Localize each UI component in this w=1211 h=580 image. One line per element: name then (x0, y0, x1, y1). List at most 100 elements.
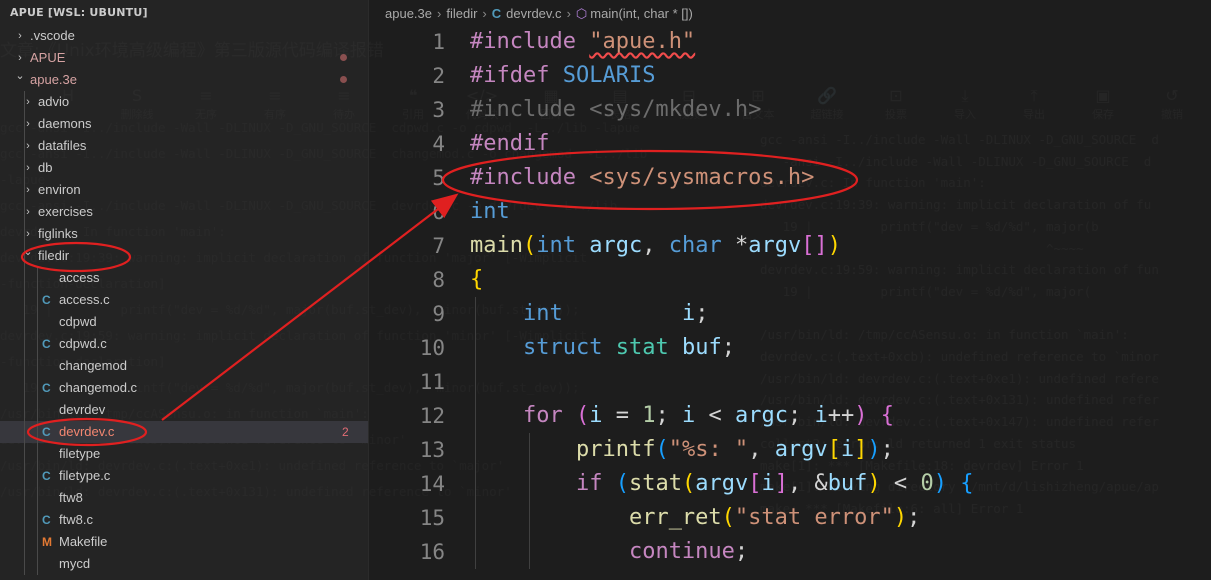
file-item[interactable]: Ccdpwd.c (0, 333, 368, 355)
folder-item[interactable]: › datafiles (0, 135, 368, 157)
code-line[interactable]: 8{ (369, 263, 1211, 297)
file-item[interactable]: ftw8 (0, 487, 368, 509)
code-editor[interactable]: apue.3e › filedir › Cdevrdev.c › ⬡ main(int, ch… (369, 0, 1211, 580)
file-item[interactable]: Cfiletype.c (0, 465, 368, 487)
modified-dot-icon (340, 76, 347, 83)
file-label: Makefile (59, 534, 108, 549)
file-label: changemod.c (59, 380, 138, 395)
code-text[interactable]: int (470, 195, 510, 229)
code-line[interactable]: 11 (369, 365, 1211, 399)
code-text[interactable]: int i; (470, 297, 708, 331)
line-number: 4 (432, 132, 445, 156)
code-text[interactable]: err_ret("stat error"); (470, 501, 920, 535)
file-item[interactable]: filetype (0, 443, 368, 465)
line-number: 1 (432, 30, 445, 54)
code-line[interactable]: 1 #include "apue.h" (369, 25, 1211, 59)
code-text[interactable]: struct stat buf; (470, 331, 735, 365)
code-text[interactable]: { (470, 263, 483, 297)
file-item[interactable]: Caccess.c (0, 289, 368, 311)
folder-item[interactable]: › .vscode (0, 25, 368, 47)
code-text[interactable]: for (i = 1; i < argc; i++) { (470, 399, 894, 433)
code-line[interactable]: 6 int (369, 195, 1211, 229)
indent-guide (37, 267, 38, 575)
indent-guide (24, 91, 25, 575)
file-label: devrdev.c (59, 424, 115, 439)
chevron-down-icon[interactable]: ⌄ (14, 65, 26, 87)
code-text[interactable]: #include <sys/mkdev.h> (470, 93, 761, 127)
file-item[interactable]: Cftw8.c (0, 509, 368, 531)
code-line[interactable]: 13 printf("%s: ", argv[i]); (369, 433, 1211, 467)
file-item[interactable]: devrdev (0, 399, 368, 421)
file-item[interactable]: Cchangemod.c (0, 377, 368, 399)
code-line[interactable]: 15 err_ret("stat error"); (369, 501, 1211, 535)
chevron-right-icon: › (566, 6, 571, 21)
code-text[interactable]: printf("%s: ", argv[i]); (470, 433, 894, 467)
makefile-icon: M (42, 535, 52, 549)
folder-label: figlinks (38, 226, 78, 241)
folder-item[interactable]: › daemons (0, 113, 368, 135)
explorer-sidebar: APUE [WSL: UBUNTU] › .vscode › APUE ⌄ apue.3e… (0, 0, 369, 580)
folder-label: db (38, 160, 53, 175)
folder-item[interactable]: ⌄ filedir (0, 245, 368, 267)
breadcrumb-file[interactable]: devrdev.c (506, 6, 561, 21)
folder-item[interactable]: › APUE (0, 47, 368, 69)
folder-label: APUE (30, 50, 66, 65)
code-line[interactable]: 3 #include <sys/mkdev.h> (369, 93, 1211, 127)
c-file-icon: C (42, 337, 51, 351)
folder-label: exercises (38, 204, 93, 219)
line-number: 6 (432, 200, 445, 224)
folder-item[interactable]: ⌄ apue.3e (0, 69, 368, 91)
file-label: cdpwd (59, 314, 97, 329)
file-label: mycd (59, 556, 91, 571)
folder-label: datafiles (38, 138, 87, 153)
file-item[interactable]: changemod (0, 355, 368, 377)
code-line[interactable]: 10 struct stat buf; (369, 331, 1211, 365)
code-line[interactable]: 4 #endif (369, 127, 1211, 161)
folder-item[interactable]: › exercises (0, 201, 368, 223)
code-text[interactable]: #ifdef SOLARIS (470, 59, 655, 93)
c-file-icon: C (42, 513, 51, 527)
code-line[interactable]: 9 int i; (369, 297, 1211, 331)
file-item[interactable]: M Makefile (0, 531, 368, 553)
line-number: 8 (432, 268, 445, 292)
file-label: filetype (59, 446, 101, 461)
indent-guide (529, 433, 530, 569)
folder-label: daemons (38, 116, 92, 131)
code-line[interactable]: 14 if (stat(argv[i], &buf) < 0) { (369, 467, 1211, 501)
code-text[interactable]: #endif (470, 127, 549, 161)
code-text[interactable]: if (stat(argv[i], &buf) < 0) { (470, 467, 973, 501)
file-item[interactable]: cdpwd (0, 311, 368, 333)
code-text[interactable]: continue; (470, 535, 748, 569)
workspace-title[interactable]: APUE [WSL: UBUNTU] (10, 6, 148, 19)
code-line[interactable]: 12 for (i = 1; i < argc; i++) { (369, 399, 1211, 433)
breadcrumb-folder-apue3e[interactable]: apue.3e (385, 6, 432, 21)
code-line[interactable]: 5 #include <sys/sysmacros.h> (369, 161, 1211, 195)
line-number: 13 (419, 438, 445, 462)
line-number: 15 (419, 506, 445, 530)
indent-guide (475, 297, 476, 569)
folder-label: environ (38, 182, 81, 197)
file-label: cdpwd.c (59, 336, 107, 351)
code-text[interactable]: #include <sys/sysmacros.h> (470, 161, 814, 195)
file-item[interactable]: access (0, 267, 368, 289)
code-line[interactable]: 2 #ifdef SOLARIS (369, 59, 1211, 93)
line-number: 5 (432, 166, 445, 190)
folder-item[interactable]: › figlinks (0, 223, 368, 245)
folder-item[interactable]: › db (0, 157, 368, 179)
folder-item[interactable]: › advio (0, 91, 368, 113)
file-item[interactable]: Cdevrdev.c 2 (0, 421, 368, 443)
folder-item[interactable]: › environ (0, 179, 368, 201)
code-text[interactable]: #include "apue.h" (470, 25, 695, 59)
breadcrumb-symbol[interactable]: main(int, char * []) (590, 6, 693, 21)
code-text[interactable]: main(int argc, char *argv[]) (470, 229, 841, 263)
file-label: access (59, 270, 100, 285)
folder-label: advio (38, 94, 70, 109)
chevron-right-icon[interactable]: › (14, 25, 26, 47)
code-line[interactable]: 7 main(int argc, char *argv[]) (369, 229, 1211, 263)
code-line[interactable]: 16 continue; (369, 535, 1211, 569)
folder-label: apue.3e (30, 72, 77, 87)
file-label: ftw8 (59, 490, 83, 505)
breadcrumb-folder-filedir[interactable]: filedir (446, 6, 477, 21)
file-item[interactable]: mycd (0, 553, 368, 575)
c-file-icon: C (42, 425, 51, 439)
